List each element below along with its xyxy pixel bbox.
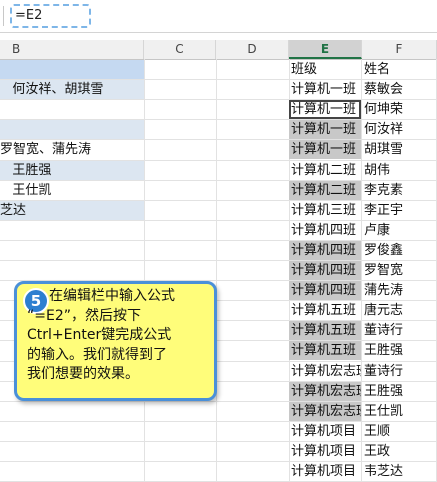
cell-f[interactable]: 何坤荣 (362, 100, 437, 119)
column-header-f[interactable]: F (362, 40, 437, 59)
cell-e[interactable]: 计算机一班 (289, 80, 361, 99)
cell-f[interactable]: 蔡敏会 (362, 80, 437, 99)
cell-b[interactable] (0, 100, 144, 119)
cell-e[interactable]: 计算机宏志班 (289, 381, 361, 401)
cell-b[interactable]: 芝达 (0, 200, 144, 220)
cell-e[interactable]: 计算机项目 (289, 462, 361, 481)
cell-e[interactable]: 计算机四班 (289, 221, 361, 240)
cell-f-header[interactable]: 姓名 (362, 60, 437, 79)
cell-e[interactable]: 计算机三班 (289, 201, 361, 220)
cell-e[interactable]: 计算机项目 (289, 422, 361, 441)
cell-f[interactable]: 胡伟 (362, 161, 437, 180)
callout-line: 在编辑栏中输入公式 (49, 288, 175, 304)
cell-b[interactable]: 何汝祥、胡琪雪 (0, 80, 144, 100)
cell-e[interactable]: 计算机一班 (289, 120, 361, 140)
cell-f[interactable]: 董诗行 (362, 362, 437, 381)
cell-e[interactable]: 计算机五班 (289, 341, 361, 361)
cell-e[interactable]: 计算机二班 (289, 180, 361, 200)
cell-b[interactable]: 王胜强 (0, 160, 144, 180)
cell-e[interactable]: 计算机五班 (289, 321, 361, 341)
gridline (144, 59, 145, 481)
column-header-d[interactable]: D (216, 40, 289, 59)
callout-text: 在编辑栏中输入公式 “=E2”，然后按下 Ctrl+Enter键完成公式 的输入… (27, 287, 217, 385)
callout-line: 的输入。我们就得到了 (27, 346, 167, 363)
cell-f[interactable]: 何汝祥 (362, 120, 437, 139)
cell-e[interactable]: 计算机二班 (289, 161, 361, 180)
column-header-e[interactable]: E (289, 40, 362, 59)
cell-f[interactable]: 蒲先涛 (362, 281, 437, 300)
cell-b[interactable] (0, 60, 144, 79)
cell-e-header[interactable]: 班级 (289, 60, 361, 79)
cell-f[interactable]: 李正宇 (362, 201, 437, 220)
cell-f[interactable]: 罗俊鑫 (362, 241, 437, 260)
cell-e[interactable]: 计算机宏志班 (289, 401, 361, 421)
callout-line: 我们想要的效果。 (27, 366, 139, 382)
cell-b[interactable] (0, 120, 144, 140)
formula-bar-separator (3, 6, 4, 26)
cell-f[interactable]: 王胜强 (362, 341, 437, 360)
formula-bar: =E2 (0, 0, 437, 33)
tip-callout: 5 在编辑栏中输入公式 “=E2”，然后按下 Ctrl+Enter键完成公式 的… (14, 281, 217, 401)
cell-f[interactable]: 李克素 (362, 181, 437, 200)
cell-e[interactable]: 计算机四班 (289, 281, 361, 301)
cell-e[interactable]: 计算机四班 (289, 261, 361, 280)
column-header-c[interactable]: C (144, 40, 216, 59)
spreadsheet-grid: B C D E F 何汝祥、胡琪雪 罗智宽、蒲先涛 王胜强 王仕凯 芝达 班级 姓名 计算… (0, 40, 437, 482)
cell-f[interactable]: 卢康 (362, 221, 437, 240)
callout-line: Ctrl+Enter键完成公式 (27, 327, 172, 343)
cell-f[interactable]: 王政 (362, 442, 437, 461)
cell-b[interactable]: 王仕凯 (0, 181, 144, 200)
cell-e[interactable]: 计算机宏志班 (289, 362, 361, 381)
cell-e[interactable]: 计算机五班 (289, 301, 361, 320)
column-headers: B C D E F (0, 40, 437, 60)
cell-f[interactable]: 王仕凯 (362, 402, 437, 421)
cell-e[interactable]: 计算机项目 (289, 442, 361, 461)
cell-b[interactable]: 罗智宽、蒲先涛 (0, 140, 144, 159)
cell-f[interactable]: 韦芝达 (362, 462, 437, 481)
cell-e[interactable]: 计算机四班 (289, 240, 361, 260)
cell-f[interactable]: 胡琪雪 (362, 140, 437, 159)
cell-f[interactable]: 王顺 (362, 422, 437, 441)
gridline (216, 59, 217, 481)
formula-input[interactable]: =E2 (10, 4, 91, 28)
column-header-b[interactable]: B (0, 40, 144, 59)
cell-e[interactable]: 计算机一班 (289, 140, 361, 160)
cell-f[interactable]: 王胜强 (362, 382, 437, 401)
cell-f[interactable]: 唐元志 (362, 301, 437, 320)
cell-f[interactable]: 董诗行 (362, 321, 437, 340)
active-cell[interactable]: 计算机一班 (289, 100, 361, 120)
cell-f[interactable]: 罗智宽 (362, 261, 437, 280)
callout-line: “=E2”，然后按下 (27, 307, 141, 324)
